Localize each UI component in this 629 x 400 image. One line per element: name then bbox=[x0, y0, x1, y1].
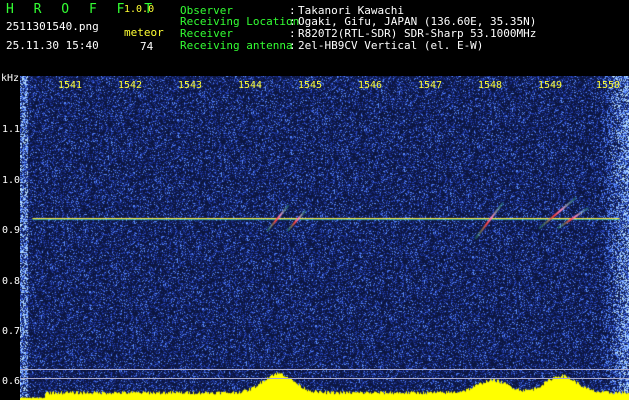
y-tick-label: 1.1 bbox=[2, 124, 21, 135]
receiver-value: R820T2(RTL-SDR) SDR-Sharp 53.1000MHz bbox=[298, 27, 537, 40]
antenna-value: 2el-HB9CV Vertical (el. E-W) bbox=[298, 39, 484, 52]
x-tick-label: 1541 bbox=[58, 80, 83, 91]
antenna-label: Receiving antenna bbox=[180, 39, 293, 52]
info-separator: : bbox=[289, 39, 296, 52]
info-separator: : bbox=[289, 15, 296, 28]
app-version: 1.0.0 bbox=[124, 4, 155, 15]
info-separator: : bbox=[289, 27, 296, 40]
x-tick-label: 1543 bbox=[178, 80, 203, 91]
reference-line bbox=[20, 378, 629, 379]
filename: 2511301540.png bbox=[6, 20, 99, 33]
x-tick-label: 1546 bbox=[358, 80, 383, 91]
location-label: Receiving Location bbox=[180, 15, 300, 28]
x-tick-label: 1548 bbox=[478, 80, 503, 91]
y-tick-label: 0.8 bbox=[2, 276, 21, 287]
location-value: Ogaki, Gifu, JAPAN (136.60E, 35.35N) bbox=[298, 15, 537, 28]
hrofft-display: H R O F F T 1.0.0 2511301540.png 25.11.3… bbox=[0, 0, 629, 400]
y-tick-label: 0.7 bbox=[2, 326, 21, 337]
timestamp: 25.11.30 15:40 bbox=[6, 39, 99, 52]
y-axis-unit: kHz bbox=[1, 73, 20, 84]
x-tick-label: 1547 bbox=[418, 80, 443, 91]
meteor-label: meteor bbox=[124, 26, 164, 39]
reference-line bbox=[20, 369, 629, 370]
receiver-label: Receiver bbox=[180, 27, 233, 40]
x-tick-label: 1545 bbox=[298, 80, 323, 91]
spectrogram-canvas bbox=[20, 76, 629, 400]
x-tick-label: 1550 bbox=[596, 80, 621, 91]
y-tick-label: 0.6 bbox=[2, 376, 21, 387]
meteor-count: 74 bbox=[140, 40, 154, 53]
x-tick-label: 1544 bbox=[238, 80, 263, 91]
y-tick-label: 1.0 bbox=[2, 175, 21, 186]
x-tick-label: 1542 bbox=[118, 80, 143, 91]
x-tick-label: 1549 bbox=[538, 80, 563, 91]
y-tick-label: 0.9 bbox=[2, 225, 21, 236]
